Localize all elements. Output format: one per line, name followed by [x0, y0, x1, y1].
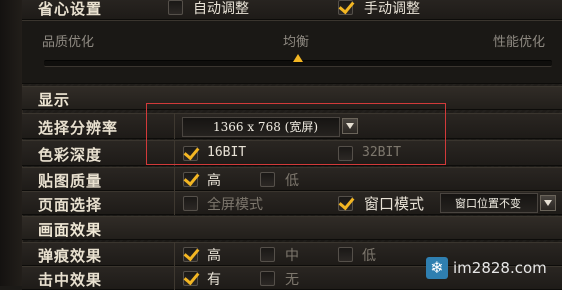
quality-optimize-label: 品质优化 — [42, 35, 95, 50]
texture-quality-row: 贴图质量 高 低 — [0, 167, 562, 191]
effects-section-title: 画面效果 — [38, 221, 103, 239]
texture-low-checkbox[interactable] — [260, 172, 275, 187]
texture-high-label: 高 — [207, 173, 221, 189]
resolution-label: 选择分辨率 — [38, 119, 119, 137]
texture-quality-label: 贴图质量 — [38, 172, 103, 190]
bullet-high-checkbox[interactable] — [183, 247, 198, 262]
manual-adjust-checkbox[interactable] — [338, 0, 353, 15]
auto-adjust-label: 自动调整 — [193, 1, 249, 17]
hit-yes-checkbox[interactable] — [183, 271, 198, 286]
watermark-text: im2828.com — [453, 259, 547, 277]
balanced-label: 均衡 — [283, 35, 310, 50]
bullet-low-label: 低 — [362, 248, 376, 264]
fullscreen-label: 全屏模式 — [207, 197, 263, 213]
snowflake-icon: ❄ — [426, 257, 448, 279]
highlight-box — [146, 103, 446, 165]
windowed-checkbox[interactable] — [338, 196, 353, 211]
color-depth-label: 色彩深度 — [38, 146, 103, 164]
window-position-dropdown[interactable]: 窗口位置不变 — [440, 193, 538, 213]
hit-no-checkbox[interactable] — [260, 271, 275, 286]
manual-adjust-label: 手动调整 — [364, 1, 420, 17]
page-mode-label: 页面选择 — [38, 196, 103, 214]
texture-high-checkbox[interactable] — [183, 172, 198, 187]
bullet-low-checkbox[interactable] — [338, 247, 353, 262]
performance-optimize-label: 性能优化 — [493, 35, 546, 50]
watermark: ❄ im2828.com — [426, 255, 562, 281]
easy-settings-label: 省心设置 — [38, 0, 103, 18]
easy-settings-row: 省心设置 自动调整 手动调整 — [0, 0, 562, 20]
texture-low-label: 低 — [285, 173, 299, 189]
hit-yes-label: 有 — [207, 272, 221, 288]
auto-adjust-checkbox[interactable] — [168, 0, 183, 15]
windowed-label: 窗口模式 — [364, 195, 425, 213]
quality-slider-area — [0, 20, 562, 84]
window-position-dropdown-arrow-icon[interactable] — [540, 195, 556, 211]
bullet-effect-label: 弹痕效果 — [38, 247, 103, 265]
bullet-mid-label: 中 — [285, 248, 299, 264]
effects-section-header: 画面效果 — [0, 216, 562, 240]
hit-no-label: 无 — [285, 272, 299, 288]
settings-panel: 省心设置 自动调整 手动调整 品质优化 均衡 性能优化 显示 选择分辨率 136… — [0, 0, 562, 290]
hit-effect-label: 击中效果 — [38, 271, 103, 289]
display-section-title: 显示 — [38, 91, 71, 109]
page-mode-row: 页面选择 全屏模式 窗口模式 窗口位置不变 — [0, 191, 562, 215]
bullet-high-label: 高 — [207, 248, 221, 264]
fullscreen-checkbox[interactable] — [183, 196, 198, 211]
bullet-mid-checkbox[interactable] — [260, 247, 275, 262]
quality-slider-thumb[interactable] — [293, 54, 303, 62]
